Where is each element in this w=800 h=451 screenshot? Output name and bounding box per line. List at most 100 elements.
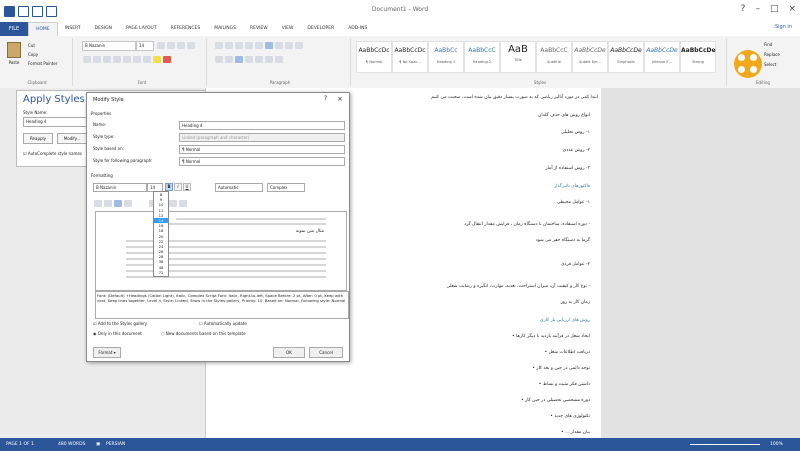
multilevel-list-icon[interactable] — [235, 42, 243, 49]
font-name-box[interactable]: B Nazanin — [82, 41, 136, 51]
find-button[interactable]: Find — [764, 42, 772, 47]
help-icon[interactable]: ? — [741, 4, 746, 14]
font-size-box[interactable]: 14 — [136, 41, 154, 51]
text-effects-icon[interactable] — [143, 56, 151, 63]
word-count[interactable]: 480 WORDS — [58, 438, 85, 451]
style-heading-1[interactable]: AaBbCc Heading 1 — [428, 41, 464, 73]
style-strong[interactable]: AaBbCcDe Strong — [680, 41, 716, 73]
following-style-select[interactable]: ¶ Normal — [179, 157, 345, 166]
font-color-icon[interactable] — [163, 56, 171, 63]
cut-button[interactable]: Cut — [28, 43, 35, 48]
strikethrough-icon[interactable] — [113, 56, 121, 63]
numbering-icon[interactable] — [225, 42, 233, 49]
line-spacing-icon[interactable] — [255, 56, 263, 63]
tab-add-ins[interactable]: ADD-INS — [341, 22, 374, 36]
dialog-outdent-icon[interactable] — [168, 200, 177, 207]
align-left-icon[interactable] — [215, 56, 223, 63]
tab-file[interactable]: FILE — [0, 22, 28, 36]
close-button[interactable]: × — [788, 4, 796, 14]
style-subtitle[interactable]: AaBbCcC Subtitle — [536, 41, 572, 73]
page-count[interactable]: PAGE 1 OF 1 — [6, 438, 34, 451]
cancel-button[interactable]: Cancel — [309, 347, 343, 358]
tab-mailings[interactable]: MAILINGS — [207, 22, 243, 36]
underline-icon[interactable] — [103, 56, 111, 63]
style-subtle-emphasis[interactable]: AaBbCcDe Subtle Em... — [572, 41, 608, 73]
ok-button[interactable]: OK — [273, 347, 305, 358]
tab-home[interactable]: HOME — [28, 21, 58, 37]
size-option[interactable]: 72 — [154, 270, 168, 275]
format-painter-button[interactable]: Format Painter — [28, 61, 57, 66]
font-size-dropdown-list[interactable]: 8 9 10 11 12 14 16 18 20 22 24 26 28 36 … — [153, 191, 169, 277]
based-on-select[interactable]: ¶ Normal — [179, 145, 345, 154]
dialog-justify-icon[interactable] — [124, 200, 132, 207]
new-documents-radio[interactable]: ○ New documents based on this template — [161, 331, 246, 336]
replace-button[interactable]: Replace — [764, 52, 780, 57]
format-underline-button[interactable]: U — [183, 183, 191, 191]
format-script-select[interactable]: Complex — [267, 183, 305, 192]
increase-indent-icon[interactable] — [255, 42, 263, 49]
dialog-align-left-icon[interactable] — [94, 200, 102, 207]
minimize-button[interactable]: – — [755, 4, 760, 14]
select-button[interactable]: Select — [764, 62, 776, 67]
proofing-icon[interactable]: ▣ — [96, 438, 100, 451]
maximize-button[interactable]: □ — [770, 4, 779, 14]
ltr-icon[interactable] — [265, 42, 273, 49]
tab-review[interactable]: REVIEW — [243, 22, 275, 36]
change-case-icon[interactable] — [177, 42, 185, 49]
tab-view[interactable]: VIEW — [275, 22, 301, 36]
format-font-select[interactable]: B Nazanin — [93, 183, 147, 192]
style-title[interactable]: AaB Title — [500, 41, 536, 73]
zoom-level[interactable]: 100% — [770, 438, 783, 451]
grow-font-icon[interactable] — [157, 42, 165, 49]
justify-icon[interactable] — [245, 56, 253, 63]
rtl-icon[interactable] — [275, 42, 283, 49]
style-heading-2[interactable]: AaBbCcC Heading 2 — [464, 41, 500, 73]
auto-update-checkbox[interactable]: ☐ Automatically update — [199, 321, 247, 326]
highlight-icon[interactable] — [153, 56, 161, 63]
paste-button[interactable]: Paste — [6, 42, 22, 70]
only-this-document-radio[interactable]: ◉ Only in this document — [93, 331, 142, 336]
align-right-icon[interactable] — [235, 56, 243, 63]
borders-icon[interactable] — [275, 56, 283, 63]
format-italic-button[interactable]: I — [174, 183, 182, 191]
dialog-align-center-icon[interactable] — [104, 200, 112, 207]
shrink-font-icon[interactable] — [167, 42, 175, 49]
tab-references[interactable]: REFERENCES — [164, 22, 208, 36]
style-no-spacing[interactable]: AaBbCcDc ¶ No Spac... — [392, 41, 428, 73]
tab-page-layout[interactable]: PAGE LAYOUT — [119, 22, 164, 36]
tab-developer[interactable]: DEVELOPER — [300, 22, 341, 36]
style-name-input[interactable]: Heading 4 — [23, 117, 87, 127]
show-marks-icon[interactable] — [295, 42, 303, 49]
copy-button[interactable]: Copy — [28, 52, 38, 57]
sort-icon[interactable] — [285, 42, 293, 49]
dialog-rtl-icon[interactable] — [178, 200, 187, 207]
reapply-button[interactable]: Reapply — [23, 133, 53, 144]
style-intense-emphasis[interactable]: AaBbCcDe Intense E... — [644, 41, 680, 73]
dialog-help-button[interactable]: ? — [324, 95, 327, 102]
autocomplete-checkbox[interactable]: ☑ AutoComplete style names — [23, 151, 82, 156]
sign-in-link[interactable]: Sign in — [775, 24, 792, 30]
add-to-gallery-checkbox[interactable]: ☑ Add to the Styles gallery — [93, 321, 147, 326]
format-bold-button[interactable]: B — [165, 183, 173, 191]
tab-insert[interactable]: INSERT — [58, 22, 88, 36]
clear-format-icon[interactable] — [187, 42, 195, 49]
superscript-icon[interactable] — [133, 56, 141, 63]
style-normal[interactable]: AaBbCcDc ¶ Normal — [356, 41, 392, 73]
subscript-icon[interactable] — [123, 56, 131, 63]
shading-icon[interactable] — [265, 56, 273, 63]
decrease-indent-icon[interactable] — [245, 42, 253, 49]
style-emphasis[interactable]: AaBbCcDe Emphasis — [608, 41, 644, 73]
tab-design[interactable]: DESIGN — [88, 22, 119, 36]
italic-icon[interactable] — [93, 56, 101, 63]
bullets-icon[interactable] — [215, 42, 223, 49]
bold-icon[interactable] — [83, 56, 91, 63]
format-color-select[interactable]: Automatic — [215, 183, 263, 192]
dialog-close-button[interactable]: × — [337, 95, 343, 103]
name-input[interactable]: Heading 4 — [179, 121, 345, 130]
modify-button[interactable]: Modify... — [57, 133, 87, 144]
align-center-icon[interactable] — [225, 56, 233, 63]
zoom-slider[interactable] — [690, 444, 760, 445]
dialog-align-right-icon[interactable] — [114, 200, 122, 207]
language-indicator[interactable]: PERSIAN — [106, 438, 125, 451]
format-menu-button[interactable]: Format ▾ — [93, 347, 121, 358]
